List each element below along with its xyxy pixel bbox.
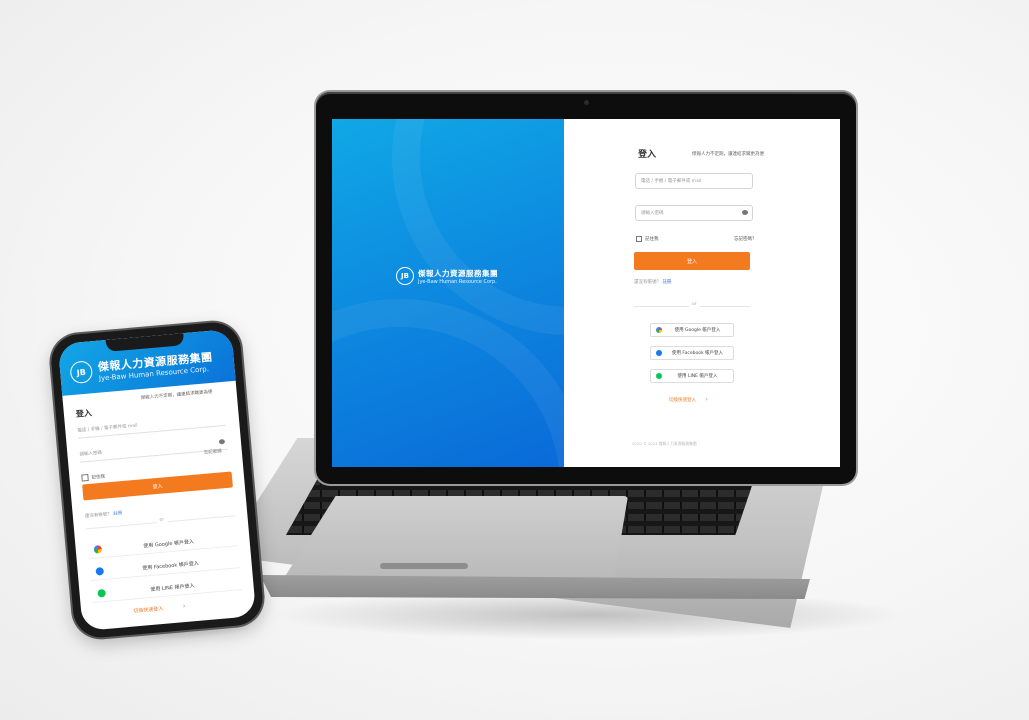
account-input[interactable]: 電話 / 手機 / 電子郵件或 mail bbox=[635, 173, 753, 189]
laptop-lid: JB 傑報人力資源服務集團 Jye-Baw Human Resource Cor… bbox=[316, 92, 856, 484]
mobile-forgot-password-link[interactable]: 忘記密碼 bbox=[204, 448, 222, 456]
register-link[interactable]: 註冊 bbox=[662, 280, 671, 285]
remember-me-checkbox[interactable]: 記住我 bbox=[636, 236, 659, 242]
brand-name-cn: 傑報人力資源服務集團 bbox=[418, 268, 498, 278]
page-title: 登入 bbox=[638, 150, 657, 160]
mobile-account-input[interactable]: 電話 / 手機 / 電子郵件或 mail bbox=[76, 409, 226, 439]
login-form: 登入 傑報人力不定期，讓連結求職更為便 電話 / 手機 / 電子郵件或 mail… bbox=[564, 119, 840, 467]
facebook-icon bbox=[656, 350, 662, 356]
mobile-line-label: 使用 LINE 帳戶登入 bbox=[150, 582, 195, 593]
mobile-facebook-label: 使用 Facebook 帳戶登入 bbox=[142, 560, 200, 572]
mobile-password-input[interactable]: 請輸入密碼 bbox=[78, 433, 228, 463]
eye-icon[interactable] bbox=[218, 438, 226, 445]
mobile-quick-login-link[interactable]: 切換快速登入 › bbox=[133, 602, 186, 615]
login-subtitle: 傑報人力不定期，讓連結求職更為便 bbox=[692, 152, 764, 157]
password-placeholder: 請輸入密碼 bbox=[641, 211, 664, 216]
mobile-remember-me-checkbox[interactable]: 記住我 bbox=[81, 473, 105, 482]
mobile-brand-logo: JB 傑報人力資源服務集團 Jye-Baw Human Resource Cor… bbox=[69, 349, 214, 385]
mobile-or-label: or bbox=[156, 517, 168, 524]
phone-screen: JB 傑報人力資源服務集團 Jye-Baw Human Resource Cor… bbox=[57, 328, 257, 632]
google-login-button[interactable]: 使用 Google 帳戶登入 bbox=[650, 323, 734, 337]
login-button[interactable]: 登入 bbox=[634, 252, 750, 270]
mobile-account-placeholder: 電話 / 手機 / 電子郵件或 mail bbox=[77, 423, 138, 434]
logo-icon: JB bbox=[69, 360, 94, 385]
mobile-google-label: 使用 Google 帳戶登入 bbox=[143, 538, 195, 549]
mobile-password-placeholder: 請輸入密碼 bbox=[79, 450, 103, 458]
no-account-label: 還沒有帳號？ bbox=[634, 280, 661, 285]
quick-login-link[interactable]: 切換快速登入 › bbox=[669, 396, 708, 403]
mobile-no-account-text: 還沒有帳號？ 註冊 bbox=[85, 510, 123, 519]
google-icon bbox=[656, 327, 662, 333]
facebook-login-label: 使用 Facebook 帳戶登入 bbox=[672, 351, 724, 356]
facebook-login-button[interactable]: 使用 Facebook 帳戶登入 bbox=[650, 346, 734, 360]
line-icon bbox=[656, 373, 662, 379]
chevron-right-icon: › bbox=[705, 396, 708, 403]
or-label: or bbox=[689, 302, 700, 307]
eye-icon[interactable] bbox=[742, 210, 748, 215]
webcam bbox=[584, 100, 589, 105]
remember-label: 記住我 bbox=[645, 237, 659, 242]
line-login-label: 使用 LINE 帳戶登入 bbox=[677, 374, 718, 379]
laptop-screen: JB 傑報人力資源服務集團 Jye-Baw Human Resource Cor… bbox=[332, 119, 840, 467]
no-account-text: 還沒有帳號？ 註冊 bbox=[634, 279, 671, 285]
quick-login-label: 切換快速登入 bbox=[669, 398, 696, 403]
checkbox-icon bbox=[81, 473, 89, 482]
brand-name-en: Jye-Baw Human Resource Corp. bbox=[418, 278, 497, 285]
brand-panel: JB 傑報人力資源服務集團 Jye-Baw Human Resource Cor… bbox=[332, 119, 564, 467]
chevron-right-icon: › bbox=[182, 602, 186, 611]
mobile-login-subtitle: 傑報人力不定期，讓連結求職更為便 bbox=[140, 389, 213, 402]
forgot-password-link[interactable]: 忘記密碼？ bbox=[734, 236, 757, 242]
account-placeholder: 電話 / 手機 / 電子郵件或 mail bbox=[641, 179, 702, 184]
mobile-page-title: 登入 bbox=[75, 408, 93, 419]
laptop-hinge-notch bbox=[380, 563, 468, 569]
checkbox-icon bbox=[636, 236, 642, 242]
google-icon bbox=[93, 545, 103, 554]
mobile-register-link[interactable]: 註冊 bbox=[113, 511, 122, 517]
brand-logo: JB 傑報人力資源服務集團 Jye-Baw Human Resource Cor… bbox=[396, 267, 498, 285]
mobile-no-account-label: 還沒有帳號？ bbox=[84, 512, 113, 520]
google-login-label: 使用 Google 帳戶登入 bbox=[674, 328, 721, 333]
logo-icon: JB bbox=[396, 267, 414, 285]
copyright: 2020 © 2024 傑報人力資源服務集團 bbox=[632, 441, 697, 446]
facebook-icon bbox=[95, 567, 105, 576]
password-input[interactable]: 請輸入密碼 bbox=[635, 205, 753, 221]
mobile-quick-login-label: 切換快速登入 bbox=[133, 605, 164, 615]
product-mockup: JB 傑報人力資源服務集團 Jye-Baw Human Resource Cor… bbox=[0, 0, 1029, 720]
line-icon bbox=[97, 588, 106, 598]
line-login-button[interactable]: 使用 LINE 帳戶登入 bbox=[650, 369, 734, 383]
mobile-remember-label: 記住我 bbox=[91, 474, 106, 481]
phone: JB 傑報人力資源服務集團 Jye-Baw Human Resource Cor… bbox=[49, 320, 265, 640]
